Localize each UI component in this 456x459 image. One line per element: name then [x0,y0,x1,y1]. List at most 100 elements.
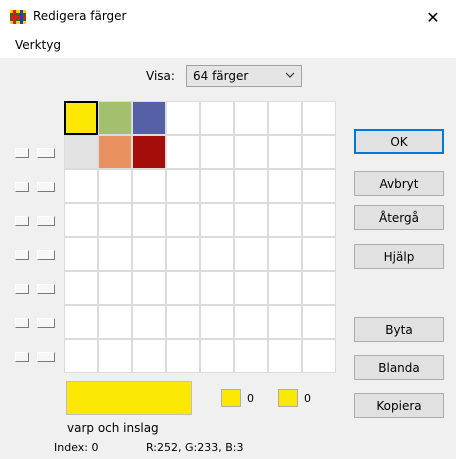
palette-cell[interactable] [302,101,336,135]
row-line-toggle[interactable] [37,318,55,328]
palette-cell[interactable] [268,101,302,135]
palette-cell[interactable] [302,271,336,305]
byta-button[interactable]: Byta [354,317,444,342]
palette-cell[interactable] [234,101,268,135]
row-checkbox[interactable] [15,352,29,362]
palette-cell[interactable] [98,101,132,135]
palette-cell[interactable] [268,203,302,237]
palette-cell[interactable] [200,237,234,271]
atergaa-button[interactable]: Återgå [354,205,444,230]
palette-cell[interactable] [166,203,200,237]
palette-cell[interactable] [302,339,336,373]
palette-cell[interactable] [200,339,234,373]
title-bar: Redigera färger ✕ [0,0,456,34]
palette-cell[interactable] [98,203,132,237]
palette-cell[interactable] [132,203,166,237]
warp-count: 0 [247,392,254,405]
palette-cell[interactable] [302,305,336,339]
palette-cell[interactable] [302,237,336,271]
palette-cell[interactable] [64,305,98,339]
palette-cell[interactable] [98,271,132,305]
palette-cell[interactable] [234,305,268,339]
palette-cell[interactable] [98,305,132,339]
palette-cell[interactable] [98,237,132,271]
palette-cell[interactable] [64,339,98,373]
palette-cell[interactable] [268,339,302,373]
palette-cell[interactable] [200,101,234,135]
row-line-toggle[interactable] [37,284,55,294]
row-control [15,182,61,194]
palette-cell[interactable] [200,271,234,305]
row-line-toggle[interactable] [37,148,55,158]
palette-cell[interactable] [64,101,98,135]
hjalp-button[interactable]: Hjälp [354,244,444,269]
color-palette-grid [64,101,336,373]
current-color-swatch [66,381,192,415]
palette-cell[interactable] [132,135,166,169]
palette-cell[interactable] [166,135,200,169]
palette-cell[interactable] [166,101,200,135]
kopiera-button[interactable]: Kopiera [354,393,444,418]
palette-cell[interactable] [132,169,166,203]
row-line-toggle[interactable] [37,182,55,192]
row-checkbox[interactable] [15,148,29,158]
palette-cell[interactable] [302,169,336,203]
palette-cell[interactable] [166,305,200,339]
palette-cell[interactable] [234,169,268,203]
palette-cell[interactable] [98,135,132,169]
palette-cell[interactable] [132,101,166,135]
window-title: Redigera färger [33,9,127,23]
palette-cell[interactable] [268,169,302,203]
row-checkbox[interactable] [15,318,29,328]
palette-cell[interactable] [234,237,268,271]
palette-cell[interactable] [132,305,166,339]
palette-cell[interactable] [200,203,234,237]
palette-cell[interactable] [234,203,268,237]
chevron-down-icon [285,72,295,78]
palette-cell[interactable] [234,339,268,373]
palette-cell[interactable] [234,135,268,169]
palette-cell[interactable] [234,271,268,305]
palette-cell[interactable] [200,135,234,169]
palette-cell[interactable] [64,271,98,305]
row-line-toggle[interactable] [37,250,55,260]
palette-cell[interactable] [64,237,98,271]
palette-cell[interactable] [64,203,98,237]
palette-cell[interactable] [268,135,302,169]
palette-cell[interactable] [302,203,336,237]
palette-cell[interactable] [200,305,234,339]
row-checkbox[interactable] [15,250,29,260]
palette-cell[interactable] [166,339,200,373]
visa-dropdown[interactable]: 64 färger [186,65,302,87]
ok-button[interactable]: OK [354,129,444,154]
close-button[interactable]: ✕ [410,0,456,34]
close-icon: ✕ [426,7,440,27]
palette-cell[interactable] [166,169,200,203]
palette-cell[interactable] [268,237,302,271]
palette-cell[interactable] [64,135,98,169]
palette-cell[interactable] [268,271,302,305]
row-checkbox[interactable] [15,284,29,294]
weft-count: 0 [304,392,311,405]
palette-cell[interactable] [268,305,302,339]
warp-color-swatch [221,389,241,407]
palette-cell[interactable] [132,339,166,373]
palette-cell[interactable] [132,237,166,271]
palette-cell[interactable] [98,169,132,203]
palette-cell[interactable] [64,169,98,203]
palette-cell[interactable] [166,271,200,305]
palette-cell[interactable] [166,237,200,271]
color-usage-description: varp och inslag [67,421,159,435]
palette-cell[interactable] [200,169,234,203]
row-checkbox[interactable] [15,182,29,192]
row-line-toggle[interactable] [37,352,55,362]
status-index: Index: 0 [54,441,99,454]
palette-cell[interactable] [302,135,336,169]
blanda-button[interactable]: Blanda [354,355,444,380]
palette-cell[interactable] [98,339,132,373]
palette-cell[interactable] [132,271,166,305]
avbryt-button[interactable]: Avbryt [354,171,444,196]
row-checkbox[interactable] [15,216,29,226]
row-line-toggle[interactable] [37,216,55,226]
menu-item-verktyg[interactable]: Verktyg [13,37,63,53]
